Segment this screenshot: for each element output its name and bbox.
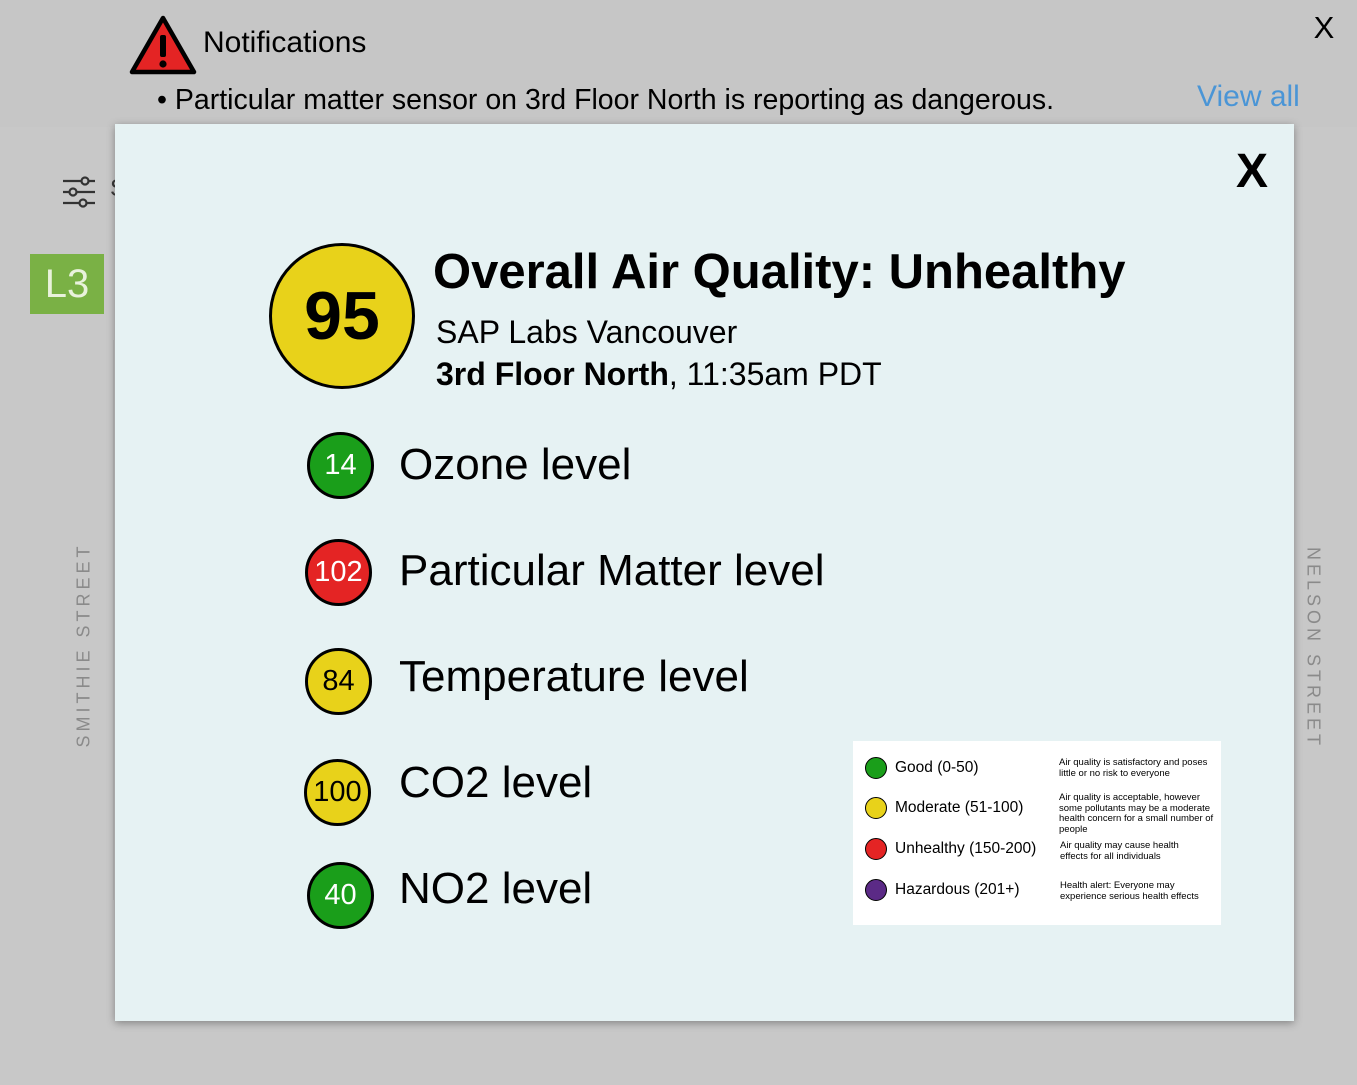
ozone-badge: 14 <box>307 432 374 499</box>
air-quality-modal: X 95 Overall Air Quality: Unhealthy SAP … <box>115 124 1294 1021</box>
location-name: 3rd Floor North <box>436 356 669 392</box>
street-label-smithie: SMITHIE STREET <box>73 542 94 748</box>
ozone-label: Ozone level <box>399 440 632 489</box>
legend-dot-hazardous <box>865 879 887 901</box>
no2-badge: 40 <box>307 862 374 929</box>
overall-score-badge: 95 <box>269 243 415 389</box>
floor-badge-l3[interactable]: L3 <box>30 254 104 314</box>
organization-name: SAP Labs Vancouver <box>436 314 738 350</box>
legend-name-moderate: Moderate (51-100) <box>895 799 1024 816</box>
notification-message: • Particular matter sensor on 3rd Floor … <box>157 84 1055 116</box>
particulate-matter-badge: 102 <box>305 539 372 606</box>
location-time: 3rd Floor North, 11:35am PDT <box>436 356 882 393</box>
filter-sliders-icon[interactable] <box>61 175 97 209</box>
legend-name-hazardous: Hazardous (201+) <box>895 881 1020 898</box>
view-all-link[interactable]: View all <box>1197 80 1300 114</box>
temperature-label: Temperature level <box>399 652 749 701</box>
street-label-nelson: NELSON STREET <box>1303 546 1324 750</box>
overall-quality-title: Overall Air Quality: Unhealthy <box>433 245 1126 299</box>
legend-dot-unhealthy <box>865 838 887 860</box>
co2-label: CO2 level <box>399 758 593 807</box>
legend-desc-good: Air quality is satisfactory and poses li… <box>1059 757 1208 779</box>
particulate-matter-label: Particular Matter level <box>399 546 825 595</box>
legend-dot-moderate <box>865 797 887 819</box>
reading-time: , 11:35am PDT <box>668 356 882 392</box>
legend-desc-hazardous: Health alert: Everyone may experience se… <box>1060 880 1199 902</box>
map-divider <box>113 340 114 900</box>
no2-label: NO2 level <box>399 864 593 913</box>
notifications-title: Notifications <box>203 26 367 59</box>
notification-bar: Notifications X • Particular matter sens… <box>0 0 1357 127</box>
warning-icon <box>129 15 197 75</box>
modal-close-button[interactable]: X <box>1232 144 1272 200</box>
legend-dot-good <box>865 757 887 779</box>
aqi-legend: Good (0-50) Air quality is satisfactory … <box>853 741 1221 925</box>
legend-desc-moderate: Air quality is acceptable, however some … <box>1059 792 1214 835</box>
legend-name-good: Good (0-50) <box>895 759 979 776</box>
co2-badge: 100 <box>304 759 371 826</box>
temperature-badge: 84 <box>305 648 372 715</box>
legend-desc-unhealthy: Air quality may cause health effects for… <box>1060 840 1179 862</box>
notifications-close-button[interactable]: X <box>1308 10 1340 46</box>
legend-name-unhealthy: Unhealthy (150-200) <box>895 840 1037 857</box>
